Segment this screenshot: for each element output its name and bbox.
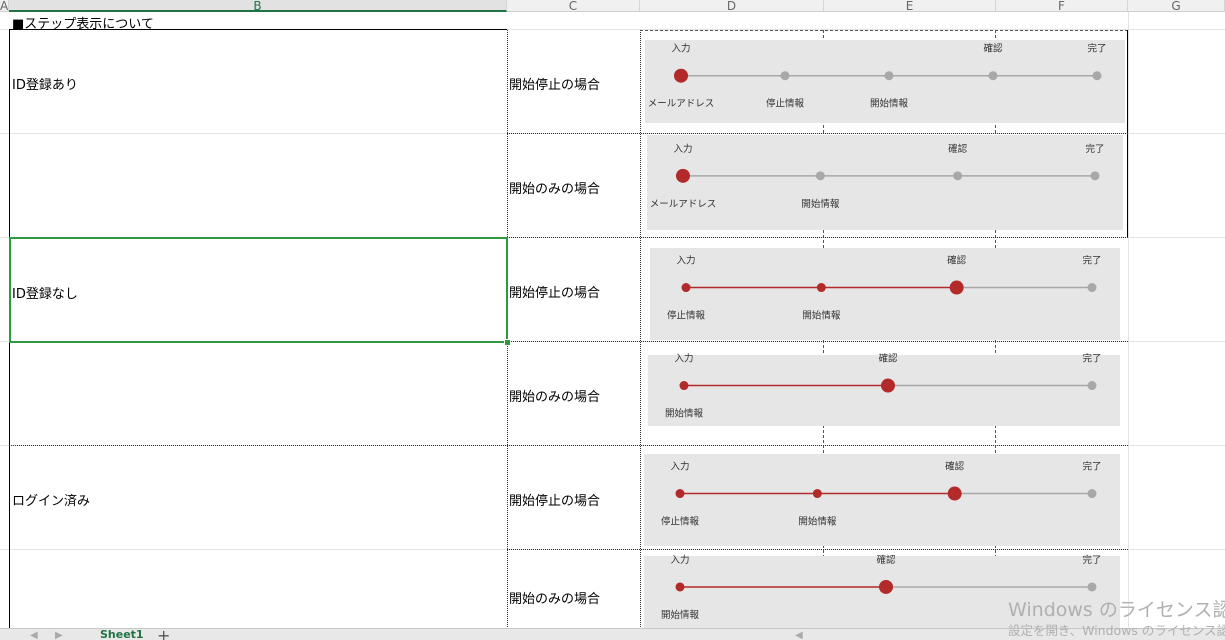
step-label-top: 完了 bbox=[1082, 554, 1101, 566]
step-indicator-graphic: 入力停止情報 開始情報 確認 完了 bbox=[667, 255, 1102, 322]
column-header-g[interactable]: G bbox=[1128, 0, 1225, 12]
step-label-top: 入力 bbox=[671, 43, 690, 55]
step-dot bbox=[815, 171, 825, 181]
step-label-top: 確認 bbox=[878, 353, 898, 365]
step-dot bbox=[953, 171, 963, 181]
step-indicator-graphic: 入力メールアドレス 停止情報 開始情報 確認 完了 bbox=[648, 43, 1107, 110]
step-dot bbox=[676, 168, 690, 183]
step-indicator-graphic: 入力メールアドレス 開始情報 確認 完了 bbox=[650, 143, 1105, 210]
step-label-top: 確認 bbox=[945, 461, 965, 473]
step-dot bbox=[780, 71, 790, 81]
step-dot bbox=[1087, 381, 1097, 391]
step-label-bottom: 開始情報 bbox=[801, 198, 840, 210]
step-dot bbox=[1090, 171, 1100, 181]
step-label-top: 確認 bbox=[948, 143, 968, 155]
step-label-bottom: 停止情報 bbox=[661, 516, 700, 528]
scroll-left-icon[interactable]: ◀ bbox=[795, 630, 803, 640]
step-dot bbox=[949, 280, 964, 295]
step-dot bbox=[681, 283, 691, 293]
step-label-top: 入力 bbox=[670, 461, 689, 473]
step-dot bbox=[947, 486, 962, 501]
step-label-bottom: 開始情報 bbox=[665, 408, 704, 420]
step-indicator-graphic: 入力停止情報 開始情報 確認 完了 bbox=[661, 461, 1102, 528]
step-label-bottom: メールアドレス bbox=[650, 199, 717, 210]
table-border bbox=[1127, 30, 1128, 238]
table-border bbox=[507, 341, 1128, 342]
step-label-top: 入力 bbox=[670, 554, 689, 566]
step-dot bbox=[675, 489, 685, 499]
step-label-top: 完了 bbox=[1082, 353, 1101, 365]
group-cell-id-registered[interactable]: ID登録あり bbox=[12, 74, 78, 93]
step-label-top: 完了 bbox=[1087, 43, 1106, 55]
table-border bbox=[9, 445, 1128, 446]
step-label-top: 入力 bbox=[673, 143, 692, 155]
gridline bbox=[1128, 12, 1129, 628]
step-label-bottom: 停止情報 bbox=[766, 98, 805, 110]
step-dot bbox=[679, 381, 689, 391]
step-dot bbox=[674, 68, 688, 83]
step-dot bbox=[1087, 283, 1097, 293]
case-cell[interactable]: 開始停止の場合 bbox=[509, 282, 600, 301]
next-sheet-icon[interactable]: ▶ bbox=[55, 630, 63, 640]
step-label-top: 入力 bbox=[676, 255, 695, 267]
step-dot bbox=[1087, 489, 1097, 499]
page-break-line bbox=[640, 30, 1128, 31]
case-cell[interactable]: 開始のみの場合 bbox=[509, 386, 600, 405]
sheet-tab[interactable]: Sheet1 bbox=[100, 629, 144, 640]
step-dot bbox=[884, 71, 894, 81]
activation-watermark: Windows のライセンス認証 bbox=[1008, 599, 1225, 621]
table-border bbox=[507, 133, 1128, 134]
step-label-top: 確認 bbox=[947, 255, 967, 267]
step-label-bottom: 開始情報 bbox=[798, 516, 837, 528]
step-label-bottom: 開始情報 bbox=[661, 609, 700, 621]
step-dot bbox=[1092, 71, 1102, 81]
step-indicator-image[interactable]: 入力開始情報 確認 完了 bbox=[648, 353, 1120, 426]
table-border bbox=[9, 29, 507, 30]
step-dot bbox=[988, 71, 998, 81]
step-indicator-image[interactable]: 入力メールアドレス 開始情報 確認 完了 bbox=[647, 135, 1123, 230]
cell-selection[interactable] bbox=[9, 237, 508, 343]
column-header-a[interactable]: A bbox=[0, 0, 9, 12]
step-label-top: 確認 bbox=[983, 43, 1003, 55]
step-dot bbox=[881, 378, 895, 393]
table-border bbox=[507, 237, 1128, 238]
step-label-top: 完了 bbox=[1085, 143, 1104, 155]
column-header-c[interactable]: C bbox=[507, 0, 640, 12]
spreadsheet-grid[interactable]: A B C D E F G ■ステップ表示について ID登録あり ID登録なし … bbox=[0, 0, 1225, 640]
step-indicator-image[interactable]: 入力メールアドレス 停止情報 開始情報 確認 完了 bbox=[645, 40, 1125, 123]
step-dot bbox=[1087, 582, 1097, 592]
add-sheet-icon[interactable]: + bbox=[157, 629, 170, 640]
step-label-top: 完了 bbox=[1082, 255, 1101, 267]
step-label-bottom: 開始情報 bbox=[870, 98, 909, 110]
activation-watermark-subtext: 設定を開き、Windows のライセンス認 bbox=[1008, 623, 1225, 638]
step-label-bottom: 停止情報 bbox=[667, 310, 706, 322]
step-label-top: 入力 bbox=[674, 353, 693, 365]
table-border bbox=[507, 549, 1128, 550]
case-cell[interactable]: 開始のみの場合 bbox=[509, 588, 600, 607]
step-indicator-image[interactable]: 入力停止情報 開始情報 確認 完了 bbox=[644, 454, 1120, 546]
step-indicator-graphic: 入力開始情報 確認 完了 bbox=[665, 353, 1102, 420]
step-label-top: 完了 bbox=[1082, 461, 1101, 473]
group-cell-logged-in[interactable]: ログイン済み bbox=[12, 490, 90, 509]
step-indicator-image[interactable]: 入力停止情報 開始情報 確認 完了 bbox=[650, 248, 1120, 340]
step-dot bbox=[812, 489, 822, 499]
fill-handle[interactable] bbox=[504, 339, 511, 346]
column-header-f[interactable]: F bbox=[996, 0, 1128, 12]
step-dot bbox=[816, 283, 826, 293]
step-dot bbox=[675, 582, 685, 592]
column-header-d[interactable]: D bbox=[640, 0, 824, 12]
step-label-top: 確認 bbox=[876, 554, 896, 566]
step-label-bottom: 開始情報 bbox=[802, 310, 841, 322]
case-cell[interactable]: 開始停止の場合 bbox=[509, 490, 600, 509]
table-border bbox=[640, 30, 641, 629]
case-cell[interactable]: 開始停止の場合 bbox=[509, 74, 600, 93]
prev-sheet-icon[interactable]: ◀ bbox=[30, 630, 38, 640]
step-label-bottom: メールアドレス bbox=[648, 99, 715, 110]
step-dot bbox=[879, 579, 893, 594]
case-cell[interactable]: 開始のみの場合 bbox=[509, 178, 600, 197]
column-header-b[interactable]: B bbox=[9, 0, 507, 12]
column-header-e[interactable]: E bbox=[824, 0, 996, 12]
